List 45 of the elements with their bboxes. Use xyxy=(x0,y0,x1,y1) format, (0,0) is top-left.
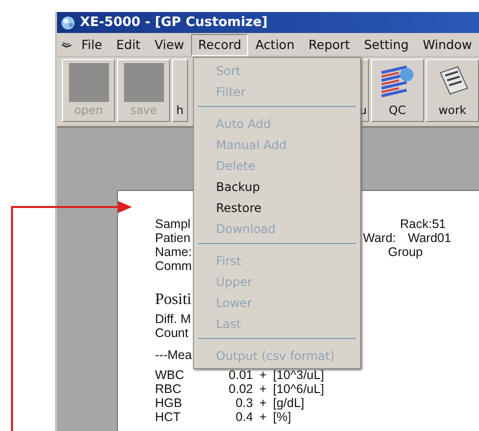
parameter-name: HGB xyxy=(155,396,184,410)
report-value: Group xyxy=(388,245,423,259)
flag-mark: + xyxy=(258,410,268,424)
report-label: Count xyxy=(155,326,188,340)
flag-mark: + xyxy=(258,396,268,410)
report-heading: Positi xyxy=(155,291,192,309)
menu-item[interactable]: Action xyxy=(248,34,302,56)
placeholder-icon xyxy=(68,63,109,102)
report-value: Rack:51 xyxy=(400,217,446,231)
report-label: Sampl xyxy=(155,217,192,231)
menu-option[interactable]: Backup xyxy=(196,176,358,197)
toolbar-button[interactable]: QC xyxy=(370,59,424,122)
parameter-name: WBC xyxy=(155,368,186,382)
parameter-value: 0.4 xyxy=(234,410,253,424)
report-label: Comm xyxy=(155,259,193,273)
menu-item[interactable]: Report xyxy=(302,34,357,56)
placeholder-icon xyxy=(124,63,164,102)
section-label: ---Mea xyxy=(155,348,192,362)
unit-label: [10^3/uL] xyxy=(273,368,324,382)
parameter-value: 0.02 xyxy=(228,382,253,396)
report-value: Ward: xyxy=(363,231,396,245)
flag-mark: + xyxy=(258,382,268,396)
report-label: Diff. M xyxy=(155,312,191,326)
toolbar-button[interactable]: work xyxy=(426,59,479,122)
app-icon xyxy=(60,15,76,30)
unit-label: [g/dL] xyxy=(273,396,304,410)
unit-label: [%] xyxy=(273,410,292,424)
parameter-name: HCT xyxy=(155,410,182,424)
report-label: Patien xyxy=(155,231,192,245)
parameter-value: 0.01 xyxy=(228,368,253,382)
parameter-value: 0.3 xyxy=(234,396,253,410)
menu-item[interactable]: View xyxy=(147,34,192,56)
menu-item[interactable]: Window xyxy=(416,34,479,56)
menu-item[interactable]: Setting xyxy=(356,34,416,56)
window-title: XE-5000 - [GP Customize] xyxy=(80,14,268,32)
toolbar-button[interactable]: h xyxy=(172,59,188,122)
flag-mark: + xyxy=(258,368,268,382)
menu-option[interactable]: Restore xyxy=(196,197,358,218)
report-label: Name: xyxy=(155,245,193,259)
parameter-name: RBC xyxy=(155,382,182,396)
menu-item[interactable]: Edit xyxy=(109,34,148,56)
unit-label: [10^6/uL] xyxy=(273,382,324,396)
menu-item[interactable]: Record xyxy=(191,34,248,56)
report-value: Ward01 xyxy=(408,231,452,245)
menu-item[interactable]: File xyxy=(74,34,110,56)
